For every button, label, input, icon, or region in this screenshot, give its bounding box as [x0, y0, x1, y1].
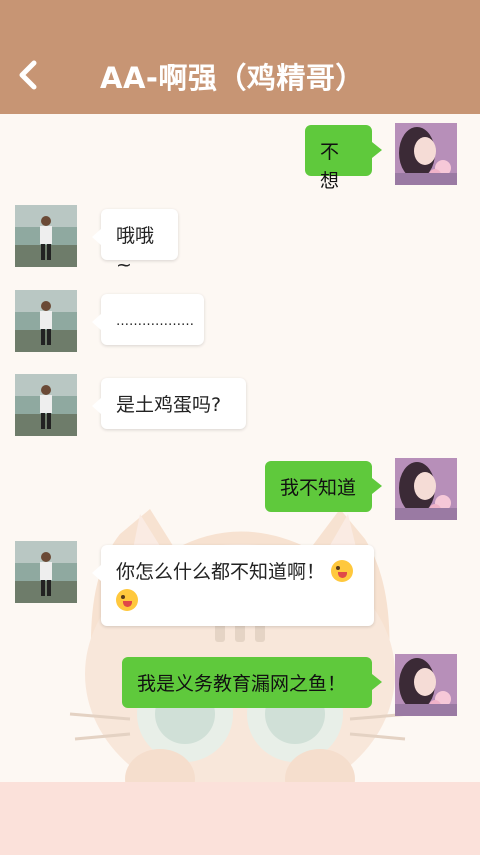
my-avatar[interactable] — [395, 123, 457, 185]
girl-avatar-icon — [395, 458, 457, 520]
message-text: 我不知道 — [280, 477, 357, 499]
message-bubble-received[interactable]: 你怎么什么都不知道啊！ — [92, 545, 374, 626]
message-text: ……………… — [116, 314, 194, 329]
message-bubble-received[interactable]: 是土鸡蛋吗? — [92, 378, 246, 429]
floor-decoration — [0, 782, 480, 855]
message-bubble-received[interactable]: 哦哦~ — [92, 209, 178, 276]
message-bubble-sent[interactable]: 我不知道 — [265, 461, 382, 512]
contact-avatar[interactable] — [15, 541, 77, 603]
girl-avatar-icon — [395, 654, 457, 716]
my-avatar[interactable] — [395, 654, 457, 716]
message-bubble-received[interactable]: ……………… — [92, 294, 204, 345]
chat-title: AA-啊强（鸡精哥） — [100, 61, 365, 95]
message-list[interactable]: 不想 哦哦~ ……………… 是土鸡蛋吗? 我不知道 你怎么什么都不知道啊！ 我是… — [0, 114, 480, 855]
man-avatar-icon — [15, 374, 77, 436]
message-bubble-sent[interactable]: 不想 — [305, 125, 382, 192]
winking-tongue-emoji-icon — [331, 560, 354, 582]
message-bubble-sent[interactable]: 我是义务教育漏网之鱼！ — [122, 657, 382, 708]
contact-avatar[interactable] — [15, 205, 77, 267]
man-avatar-icon — [15, 205, 77, 267]
man-avatar-icon — [15, 541, 77, 603]
chat-header: AA-啊强（鸡精哥） — [0, 0, 480, 114]
message-text: 不想 — [320, 141, 340, 192]
man-avatar-icon — [15, 290, 77, 352]
contact-avatar[interactable] — [15, 290, 77, 352]
my-avatar[interactable] — [395, 458, 457, 520]
girl-avatar-icon — [395, 123, 457, 185]
chevron-left-icon — [19, 60, 37, 90]
contact-avatar[interactable] — [15, 374, 77, 436]
message-text: 是土鸡蛋吗? — [116, 394, 222, 416]
back-button[interactable] — [14, 60, 44, 90]
message-text: 我是义务教育漏网之鱼！ — [137, 673, 347, 695]
winking-tongue-emoji-icon — [116, 589, 138, 611]
message-text: 你怎么什么都不知道啊！ — [116, 561, 326, 583]
